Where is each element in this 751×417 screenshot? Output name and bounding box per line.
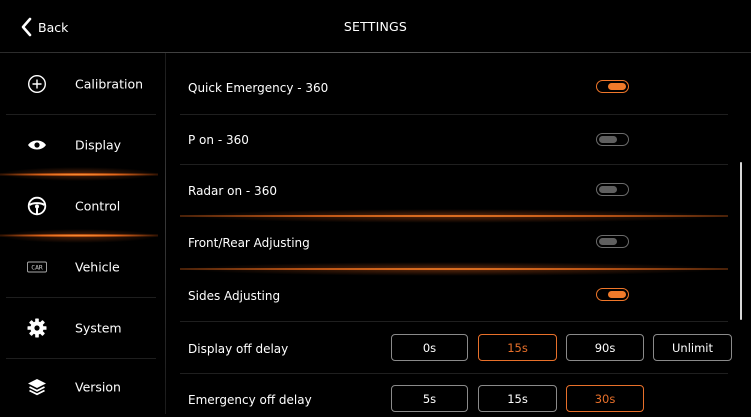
display-delay-option-90s[interactable]: 90s bbox=[566, 334, 644, 361]
eye-icon bbox=[27, 135, 47, 155]
sidebar-item-label: System bbox=[75, 320, 122, 335]
sidebar-item-system[interactable]: System bbox=[0, 297, 158, 358]
row-label-p-on: P on - 360 bbox=[188, 133, 249, 147]
scrollbar[interactable] bbox=[740, 162, 742, 320]
emergency-delay-option-5s[interactable]: 5s bbox=[391, 385, 468, 412]
sidebar-item-label: Control bbox=[75, 198, 121, 213]
sidebar-item-label: Display bbox=[75, 137, 122, 152]
row-label-quick-emergency: Quick Emergency - 360 bbox=[188, 81, 329, 95]
plus-circle-icon bbox=[27, 74, 47, 94]
row-label-front-rear-adjusting: Front/Rear Adjusting bbox=[188, 236, 310, 250]
toggle-knob bbox=[608, 82, 626, 90]
page-title: SETTINGS bbox=[343, 19, 408, 34]
sidebar-item-display[interactable]: Display bbox=[0, 114, 158, 175]
row-label-emergency-off-delay: Emergency off delay bbox=[188, 393, 312, 407]
toggle-knob bbox=[608, 290, 626, 298]
header-bar: Back SETTINGS bbox=[0, 0, 751, 52]
row-divider bbox=[180, 321, 728, 322]
sidebar-item-calibration[interactable]: Calibration bbox=[0, 53, 158, 114]
svg-text:CAR: CAR bbox=[31, 264, 43, 271]
display-delay-option-15s[interactable]: 15s bbox=[478, 334, 557, 361]
toggle-front-rear-adjusting[interactable] bbox=[596, 235, 629, 248]
layers-icon bbox=[27, 377, 47, 397]
sidebar-item-label: Version bbox=[75, 379, 121, 394]
row-divider bbox=[180, 164, 728, 165]
sidebar-item-version[interactable]: Version bbox=[0, 356, 158, 417]
toggle-radar-on[interactable] bbox=[596, 183, 629, 196]
row-label-sides-adjusting: Sides Adjusting bbox=[188, 289, 281, 303]
toggle-knob bbox=[599, 185, 617, 193]
row-highlight-line-top bbox=[180, 215, 728, 217]
sidebar-item-control[interactable]: Control bbox=[0, 175, 158, 236]
sidebar: Calibration Display Control CAR Vehicle bbox=[0, 53, 165, 414]
sidebar-item-vehicle[interactable]: CAR Vehicle bbox=[0, 236, 158, 297]
display-delay-option-unlimit[interactable]: Unlimit bbox=[653, 334, 732, 361]
car-badge-icon: CAR bbox=[27, 257, 47, 277]
display-delay-option-0s[interactable]: 0s bbox=[391, 334, 468, 361]
emergency-delay-option-15s[interactable]: 15s bbox=[478, 385, 557, 412]
sidebar-item-label: Calibration bbox=[75, 76, 144, 91]
toggle-p-on[interactable] bbox=[596, 133, 629, 146]
sidebar-item-label: Vehicle bbox=[75, 259, 120, 274]
row-label-display-off-delay: Display off delay bbox=[188, 342, 289, 356]
row-highlight-line-bottom bbox=[180, 268, 728, 270]
steering-wheel-icon bbox=[27, 196, 47, 216]
toggle-sides-adjusting[interactable] bbox=[596, 288, 629, 301]
row-divider bbox=[180, 114, 728, 115]
row-divider bbox=[180, 373, 728, 374]
row-label-radar-on: Radar on - 360 bbox=[188, 184, 277, 198]
toggle-knob bbox=[599, 135, 617, 143]
gear-icon bbox=[27, 318, 47, 338]
toggle-quick-emergency[interactable] bbox=[596, 80, 629, 93]
emergency-delay-option-30s[interactable]: 30s bbox=[566, 385, 644, 412]
toggle-knob bbox=[599, 237, 617, 245]
sidebar-divider bbox=[165, 53, 166, 414]
